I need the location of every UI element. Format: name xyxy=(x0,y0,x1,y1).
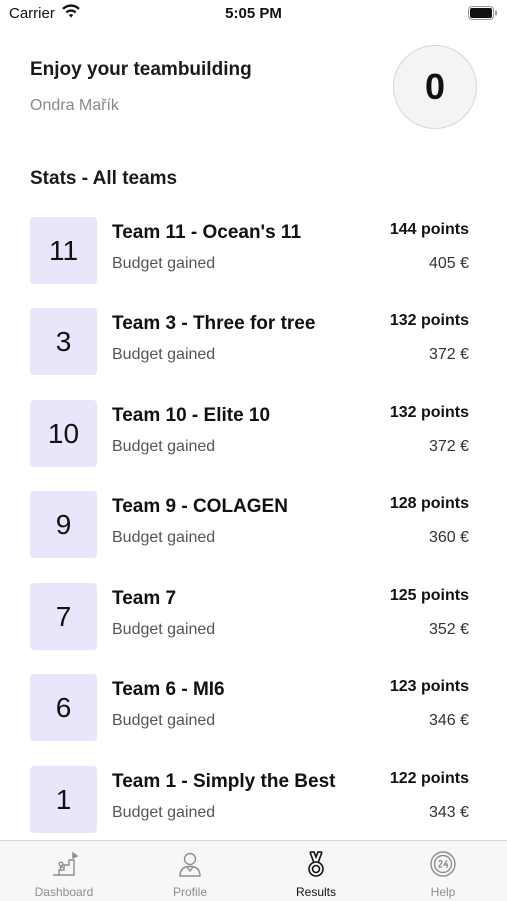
team-row[interactable]: 3 Team 3 - Three for tree Budget gained … xyxy=(0,308,507,378)
team-points: 123 points xyxy=(389,678,469,695)
clock-label: 5:05 PM xyxy=(225,5,282,22)
team-row[interactable]: 10 Team 10 - Elite 10 Budget gained 132 … xyxy=(0,400,507,470)
team-budget: 352 € xyxy=(428,621,469,638)
team-budget: 343 € xyxy=(428,804,469,821)
tab-label: Results xyxy=(295,885,336,899)
tab-label: Dashboard xyxy=(34,885,94,899)
team-row[interactable]: 9 Team 9 - COLAGEN Budget gained 128 poi… xyxy=(0,491,507,561)
team-row[interactable]: 7 Team 7 Budget gained 125 points 352 € xyxy=(0,583,507,653)
budget-label: Budget gained xyxy=(112,804,216,821)
budget-label: Budget gained xyxy=(112,346,216,363)
team-budget: 346 € xyxy=(428,712,469,729)
budget-label: Budget gained xyxy=(112,255,216,272)
team-number: 10 xyxy=(30,400,97,467)
team-number: 11 xyxy=(30,217,97,284)
team-number: 6 xyxy=(30,674,97,741)
tab-help[interactable]: Help xyxy=(380,841,506,901)
team-budget: 372 € xyxy=(428,438,469,455)
medal-icon xyxy=(253,849,379,879)
team-points: 132 points xyxy=(389,312,469,329)
team-name: Team 11 - Ocean's 11 xyxy=(112,222,302,243)
team-row[interactable]: 6 Team 6 - MI6 Budget gained 123 points … xyxy=(0,674,507,744)
battery-icon xyxy=(468,6,498,25)
person-icon xyxy=(127,849,253,879)
team-number: 1 xyxy=(30,766,97,833)
status-bar: Carrier 5:05 PM xyxy=(0,0,507,30)
team-number: 3 xyxy=(30,308,97,375)
team-budget: 405 € xyxy=(428,255,469,272)
team-row[interactable]: 11 Team 11 - Ocean's 11 Budget gained 14… xyxy=(0,217,507,287)
team-name: Team 10 - Elite 10 xyxy=(112,405,271,426)
section-title: Stats - All teams xyxy=(30,168,178,189)
team-budget: 372 € xyxy=(428,346,469,363)
tab-label: Help xyxy=(430,885,456,899)
tab-label: Profile xyxy=(172,885,207,899)
user-name: Ondra Mařík xyxy=(30,97,119,114)
tab-dashboard[interactable]: Dashboard xyxy=(1,841,127,901)
team-name: Team 7 xyxy=(112,588,177,609)
team-points: 144 points xyxy=(389,221,469,238)
team-name: Team 9 - COLAGEN xyxy=(112,496,288,517)
tab-results[interactable]: Results xyxy=(253,841,379,901)
team-points: 128 points xyxy=(389,495,469,512)
avatar[interactable]: 0 xyxy=(393,45,477,129)
budget-label: Budget gained xyxy=(112,438,216,455)
team-budget: 360 € xyxy=(428,529,469,546)
tab-bar: Dashboard Profile Results Help xyxy=(0,840,507,901)
team-name: Team 3 - Three for tree xyxy=(112,313,316,334)
budget-label: Budget gained xyxy=(112,621,216,638)
team-points: 125 points xyxy=(389,587,469,604)
page-title: Enjoy your teambuilding xyxy=(30,59,252,80)
team-name: Team 6 - MI6 xyxy=(112,679,225,700)
help-24-icon xyxy=(380,849,506,879)
team-points: 132 points xyxy=(389,404,469,421)
budget-label: Budget gained xyxy=(112,529,216,546)
team-row[interactable]: 1 Team 1 - Simply the Best Budget gained… xyxy=(0,766,507,836)
team-number: 9 xyxy=(30,491,97,558)
team-name: Team 1 - Simply the Best xyxy=(112,771,336,792)
stairs-icon xyxy=(1,849,127,879)
tab-profile[interactable]: Profile xyxy=(127,841,253,901)
budget-label: Budget gained xyxy=(112,712,216,729)
team-points: 122 points xyxy=(389,770,469,787)
team-number: 7 xyxy=(30,583,97,650)
